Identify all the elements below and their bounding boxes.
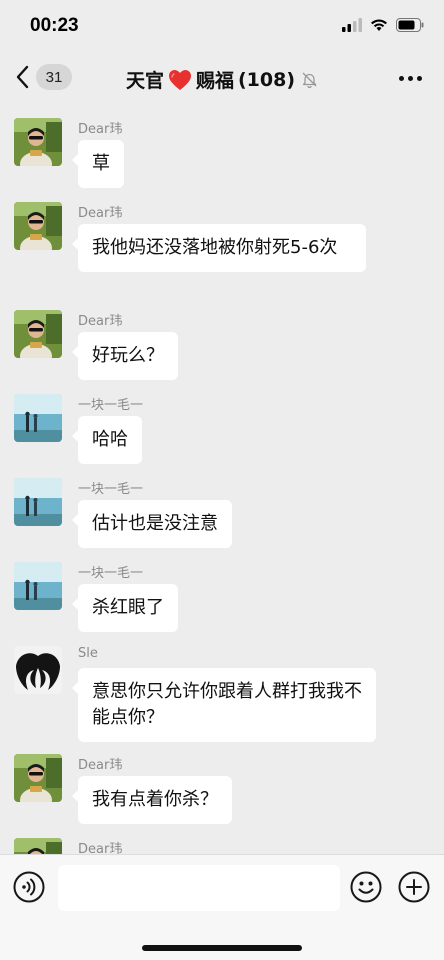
sender-name: 一块一毛一 bbox=[78, 398, 144, 413]
message-bubble[interactable]: 意思你只允许你跟着人群打我我不能点你？ bbox=[72, 668, 376, 742]
avatar-lake[interactable] bbox=[14, 562, 62, 610]
chat-title: 天官 赐福 (108) bbox=[0, 66, 444, 93]
avatar-dear[interactable] bbox=[14, 754, 62, 802]
sender-name: Dear玮 bbox=[78, 314, 123, 329]
message-bubble[interactable]: 我有点着你杀？ bbox=[72, 776, 232, 824]
input-bar bbox=[0, 854, 444, 960]
title-left: 天官 bbox=[125, 70, 164, 92]
voice-button[interactable] bbox=[13, 871, 45, 907]
more-icon-dot bbox=[408, 76, 413, 81]
message-item: Dear玮 草 bbox=[0, 118, 444, 190]
message-item: 一块一毛一 哈哈 bbox=[0, 394, 444, 466]
more-icon-dot bbox=[417, 76, 422, 81]
avatar-dear[interactable] bbox=[14, 838, 62, 854]
emoji-icon bbox=[350, 871, 382, 903]
message-bubble[interactable]: 好玩么？ bbox=[72, 332, 178, 380]
avatar-dear[interactable] bbox=[14, 118, 62, 166]
wifi-icon bbox=[371, 19, 387, 31]
message-item: 一块一毛一 估计也是没注意 bbox=[0, 478, 444, 550]
battery-icon bbox=[396, 18, 424, 32]
sender-name: Sle bbox=[78, 646, 98, 661]
message-item: Dear玮 我他妈还没落地被你射死5-6次 bbox=[0, 202, 444, 300]
avatar-wings[interactable] bbox=[14, 646, 62, 694]
sender-name: Dear玮 bbox=[78, 206, 123, 221]
status-icons bbox=[342, 18, 424, 32]
message-list[interactable]: Dear玮 草 Dear玮 我他妈还没落地被你射死5-6次 Dear玮 好玩么？… bbox=[0, 104, 444, 854]
message-item: Sle 意思你只允许你跟着人群打我我不能点你？ bbox=[0, 646, 444, 744]
avatar-dear[interactable] bbox=[14, 310, 62, 358]
message-bubble[interactable]: 草 bbox=[72, 140, 124, 188]
sender-name: 一块一毛一 bbox=[78, 566, 144, 581]
message-item: Dear玮 我有点着你杀？ bbox=[0, 754, 444, 826]
message-bubble[interactable]: 杀红眼了 bbox=[72, 584, 178, 632]
message-input[interactable] bbox=[58, 865, 340, 911]
avatar-dear[interactable] bbox=[14, 202, 62, 250]
title-right: 赐福 bbox=[195, 70, 234, 92]
more-button[interactable] bbox=[399, 76, 422, 81]
home-indicator[interactable] bbox=[142, 945, 302, 951]
more-icon bbox=[399, 76, 404, 81]
sender-name: Dear玮 bbox=[78, 758, 123, 773]
sender-name: 一块一毛一 bbox=[78, 482, 144, 497]
message-bubble[interactable]: 我他妈还没落地被你射死5-6次 bbox=[72, 224, 366, 272]
message-bubble[interactable]: 哈哈 bbox=[72, 416, 142, 464]
message-item: Dear玮 bbox=[0, 838, 444, 854]
avatar-lake[interactable] bbox=[14, 394, 62, 442]
voice-icon bbox=[13, 871, 45, 903]
message-bubble[interactable]: 估计也是没注意 bbox=[72, 500, 232, 548]
message-item: Dear玮 好玩么？ bbox=[0, 310, 444, 382]
status-time: 00:23 bbox=[30, 15, 79, 36]
avatar-lake[interactable] bbox=[14, 478, 62, 526]
muted-bell-icon bbox=[302, 72, 317, 88]
emoji-button[interactable] bbox=[350, 871, 382, 907]
member-count: (108) bbox=[238, 68, 296, 91]
heart-icon bbox=[168, 69, 191, 90]
nav-bar: 31 天官 赐福 (108) bbox=[0, 54, 444, 104]
message-item: 一块一毛一 杀红眼了 bbox=[0, 562, 444, 634]
sender-name: Dear玮 bbox=[78, 122, 123, 137]
status-bar: 00:23 bbox=[0, 0, 444, 54]
plus-icon bbox=[398, 871, 430, 903]
signal-icon bbox=[342, 18, 362, 32]
more-options-button[interactable] bbox=[398, 871, 430, 907]
sender-name: Dear玮 bbox=[78, 842, 123, 854]
